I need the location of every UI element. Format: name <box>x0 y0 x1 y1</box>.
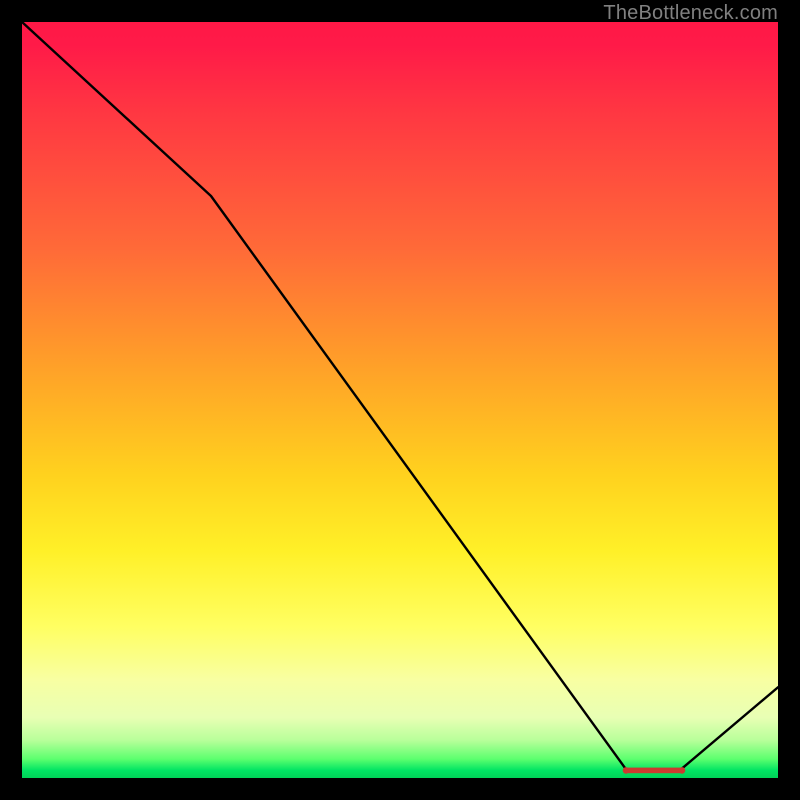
line-chart-svg <box>22 22 778 778</box>
plot-area <box>22 22 778 778</box>
curve-path <box>22 22 778 770</box>
chart-canvas: TheBottleneck.com <box>0 0 800 800</box>
marker-cluster <box>623 767 686 774</box>
